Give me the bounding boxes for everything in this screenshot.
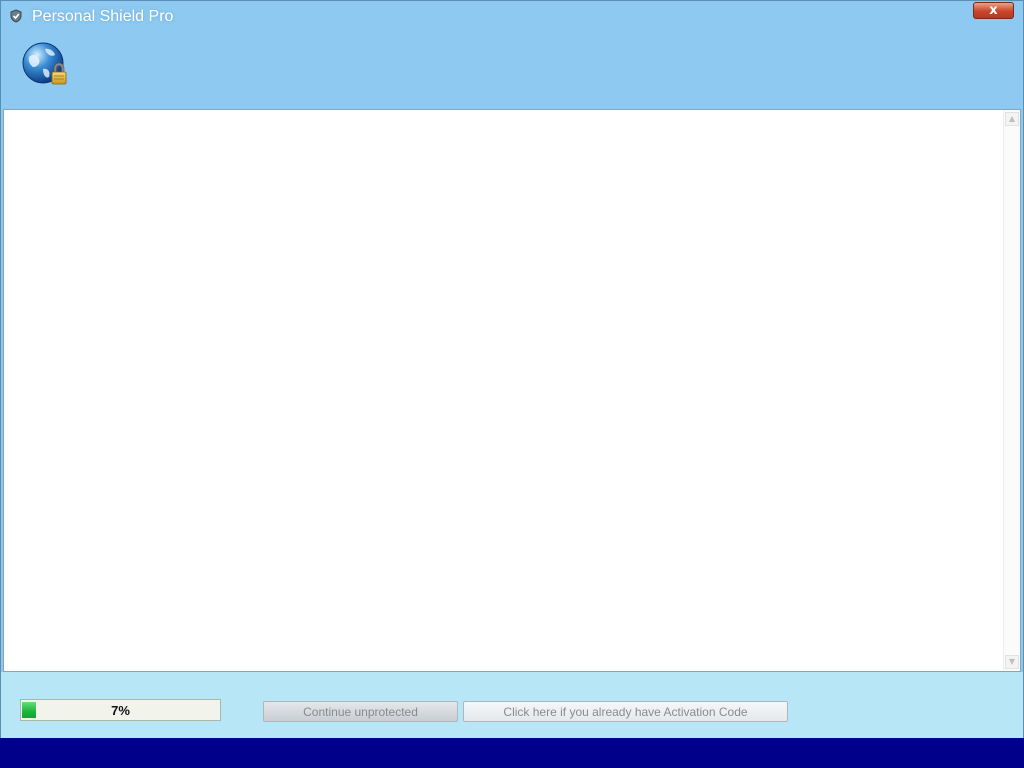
globe-lock-icon	[21, 41, 69, 87]
desktop-background	[0, 738, 1024, 768]
progress-bar: 7%	[20, 699, 221, 721]
footer-panel: 7% Continue unprotected Click here if yo…	[1, 672, 1023, 738]
close-button[interactable]: x	[973, 2, 1014, 19]
scroll-up-arrow-icon[interactable]: ▲	[1005, 112, 1019, 126]
content-area[interactable]: ▲ ▼	[3, 109, 1021, 672]
app-window: Personal Shield Pro x ▲ ▼ 7% Continue un…	[0, 0, 1024, 738]
activation-code-button[interactable]: Click here if you already have Activatio…	[463, 701, 788, 722]
progress-label: 7%	[111, 702, 130, 718]
shield-icon	[9, 9, 23, 23]
close-icon: x	[989, 3, 998, 18]
continue-unprotected-button[interactable]: Continue unprotected	[263, 701, 458, 722]
title-bar[interactable]: Personal Shield Pro x	[1, 1, 1023, 33]
vertical-scrollbar[interactable]: ▲ ▼	[1003, 110, 1020, 671]
window-title: Personal Shield Pro	[32, 8, 174, 25]
scroll-down-arrow-icon[interactable]: ▼	[1005, 655, 1019, 669]
